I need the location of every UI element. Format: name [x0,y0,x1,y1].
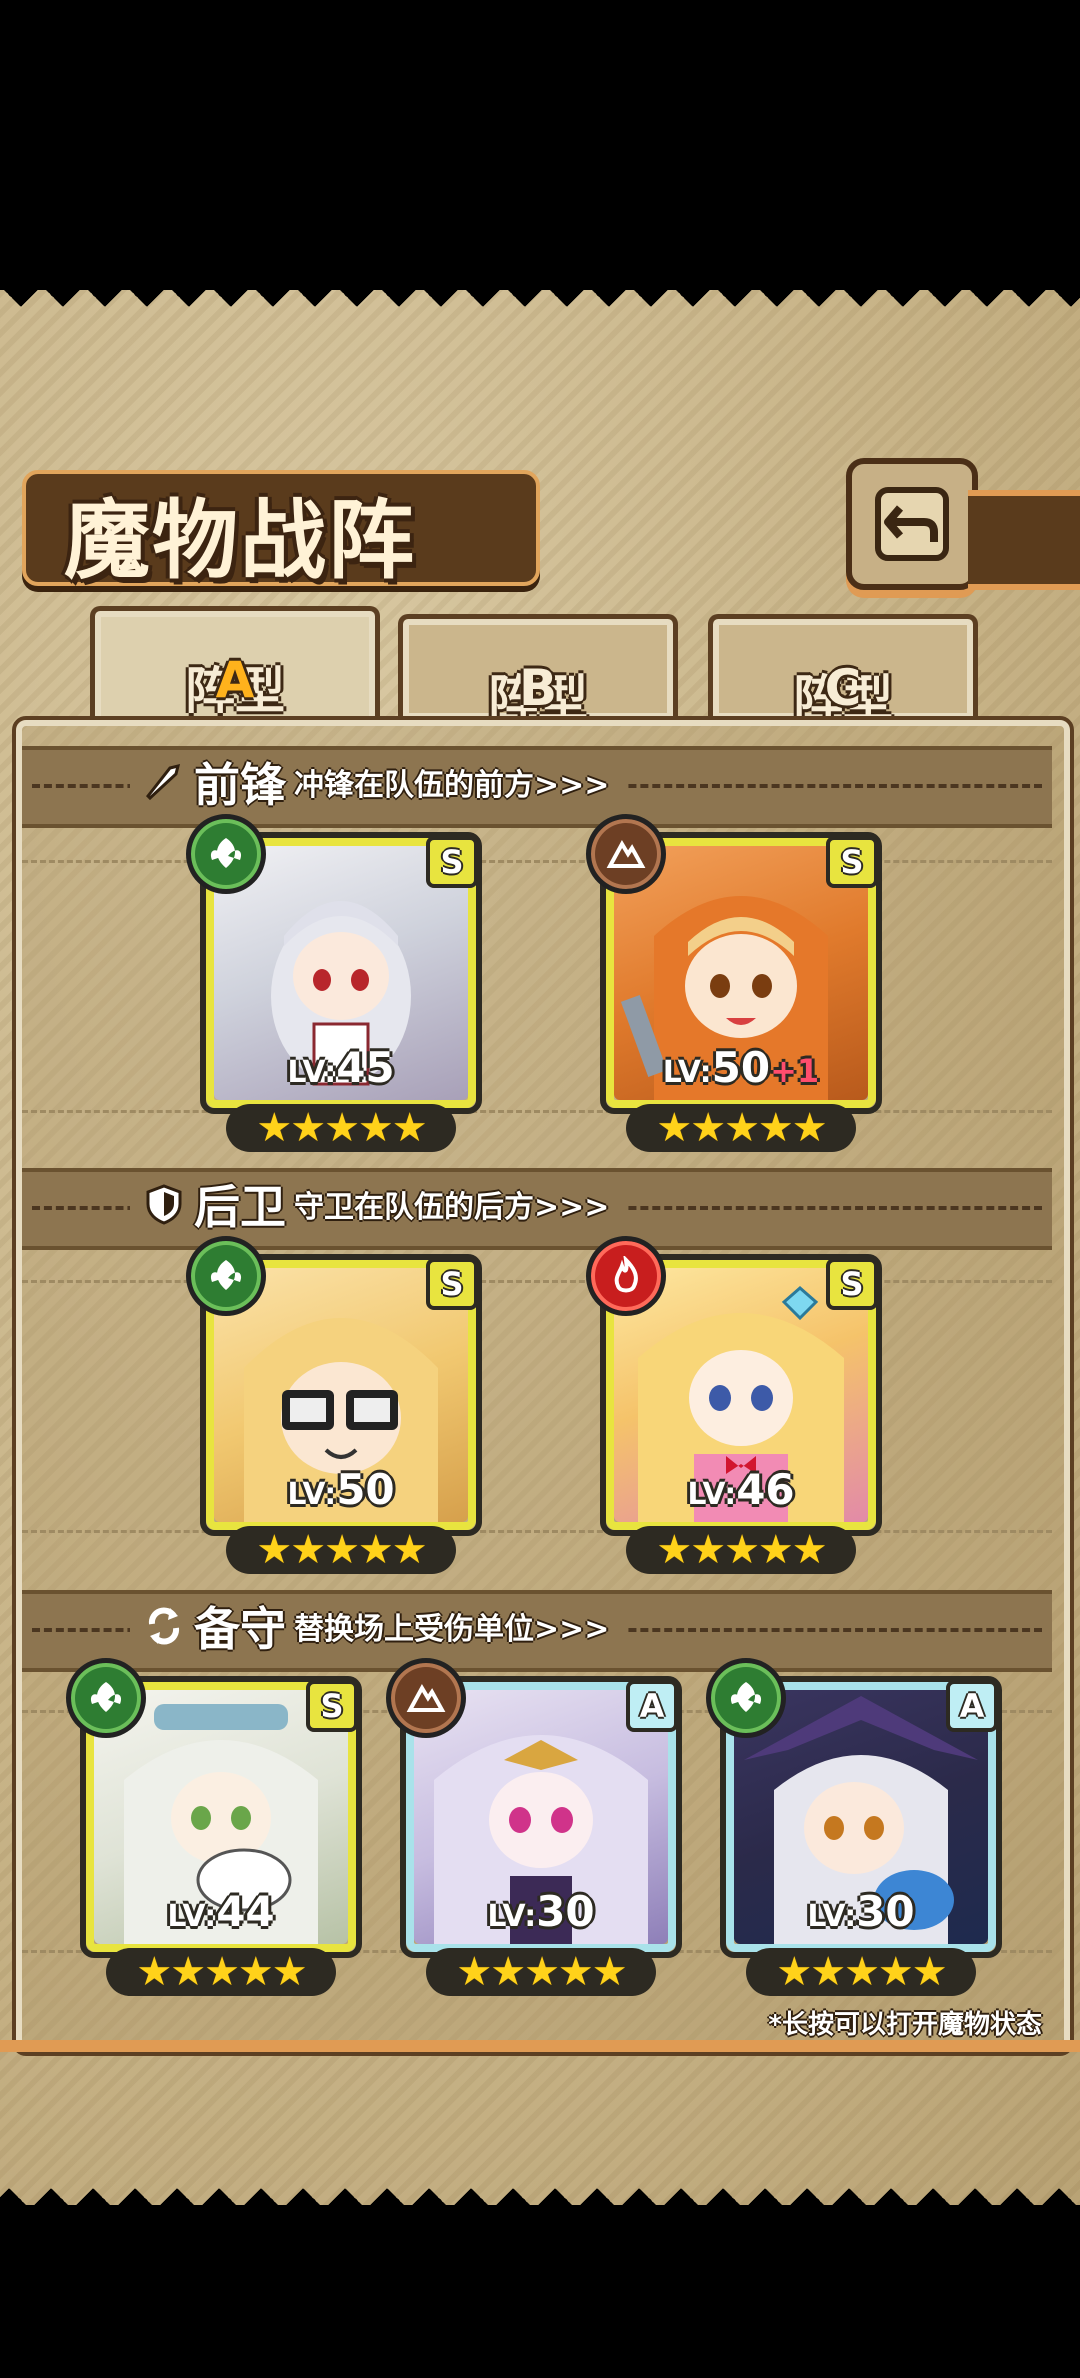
earth-element-icon [586,814,666,894]
grass-element-icon [706,1658,786,1738]
level-value: 30 [536,1887,595,1936]
rank-badge: S [826,836,878,888]
grass-element-icon [186,1236,266,1316]
earth-element-icon [386,1658,466,1738]
star-rating: ★★★★★ [626,1104,856,1152]
rank-badge: A [626,1680,678,1732]
level-label: LV:50 [206,1465,476,1514]
grass-element-icon [186,814,266,894]
level-value: 50 [336,1465,395,1514]
back-arrow-icon [875,487,949,561]
section-reserve-title: 备守 [194,1602,286,1656]
section-back-header: 后卫 守卫在队伍的后方>>> [130,1174,628,1234]
level-prefix: LV: [167,1899,217,1934]
rank-badge: S [426,1258,478,1310]
level-prefix: LV: [687,1477,737,1512]
section-back-title: 后卫 [194,1180,286,1234]
section-front-title: 前锋 [194,758,286,812]
level-prefix: LV: [287,1055,337,1090]
level-value: 44 [216,1887,275,1936]
section-front-desc: 冲锋在队伍的前方>>> [294,768,610,803]
star-rating: ★★★★★ [226,1104,456,1152]
section-front-header: 前锋 冲锋在队伍的前方>>> [130,752,628,812]
rank-badge: S [826,1258,878,1310]
level-value: 30 [856,1887,915,1936]
star-rating: ★★★★★ [746,1948,976,1996]
monster-card[interactable]: A LV:30 ★★★★★ [386,1658,682,1996]
page-title: 魔物战阵 [64,491,416,591]
swap-icon [148,1607,180,1645]
grass-element-icon [66,1658,146,1738]
star-rating: ★★★★★ [106,1948,336,1996]
monster-card[interactable]: S LV:44 ★★★★★ [66,1658,362,1996]
fire-element-icon [586,1236,666,1316]
level-label: LV:46 [606,1465,876,1514]
level-label: LV:44 [86,1887,356,1936]
monster-card[interactable]: S LV:45 ★★★★★ [186,814,482,1152]
section-back-desc: 守卫在队伍的后方>>> [294,1190,610,1225]
section-reserve-header: 备守 替换场上受伤单位>>> [130,1596,628,1656]
monster-card[interactable]: A LV:30 ★★★★★ [706,1658,1002,1996]
divider [22,1530,1052,1533]
level-prefix: LV: [287,1477,337,1512]
star-rating: ★★★★★ [226,1526,456,1574]
divider [22,1110,1052,1113]
divider [22,1280,1052,1283]
sword-icon [145,763,181,801]
shield-icon [146,1184,182,1225]
level-value: 46 [736,1465,795,1514]
level-label: LV:50+1 [606,1043,876,1092]
tab-letter: A [215,651,255,709]
level-label: LV:45 [206,1043,476,1092]
monster-card[interactable]: S LV:50+1 ★★★★★ [586,814,882,1152]
rank-badge: S [426,836,478,888]
tab-formation-c[interactable]: 阵型 C [708,614,978,728]
tab-letter: B [518,659,558,717]
level-prefix: LV: [487,1899,537,1934]
rank-badge: S [306,1680,358,1732]
level-prefix: LV: [807,1899,857,1934]
monster-card[interactable]: S LV:50 ★★★★★ [186,1236,482,1574]
level-value: 50 [711,1043,771,1092]
star-rating: ★★★★★ [626,1526,856,1574]
level-prefix: LV: [662,1055,712,1090]
content-base [0,2040,1080,2052]
level-label: LV:30 [726,1887,996,1936]
monster-card[interactable]: S LV:46 ★★★★★ [586,1236,882,1574]
tab-formation-b[interactable]: 阵型 B [398,614,678,728]
section-reserve-desc: 替换场上受伤单位>>> [294,1612,610,1647]
divider [22,860,1052,863]
level-plus: +1 [770,1052,820,1090]
tab-formation-a[interactable]: 阵型 A [90,606,380,723]
side-tab [968,490,1080,590]
level-value: 45 [336,1043,395,1092]
rank-badge: A [946,1680,998,1732]
star-rating: ★★★★★ [426,1948,656,1996]
back-button[interactable] [846,458,978,590]
long-press-hint: *长按可以打开魔物状态 [768,2010,1042,2040]
tab-letter: C [824,659,862,717]
level-label: LV:30 [406,1887,676,1936]
